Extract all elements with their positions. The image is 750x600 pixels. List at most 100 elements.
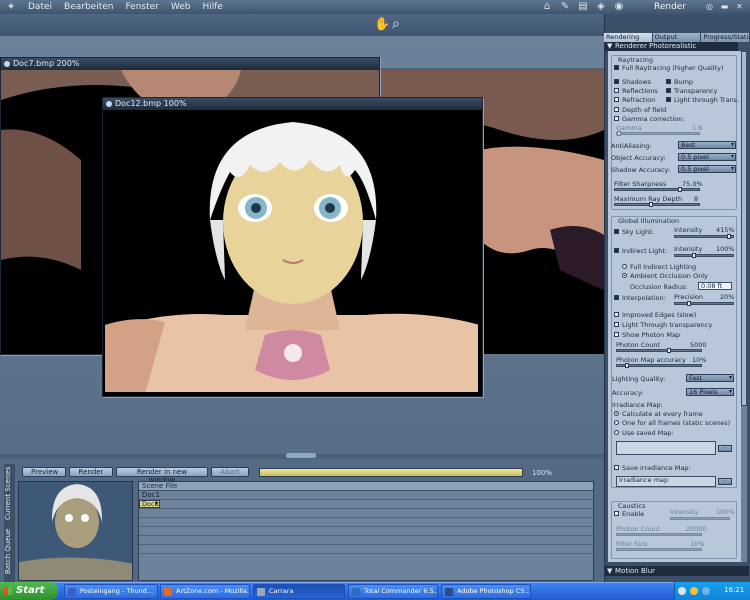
carrara-logo-icon[interactable]: ✦ — [0, 0, 22, 14]
one-for-all-frames-radio[interactable] — [614, 420, 619, 425]
saved-map-browse-button[interactable]: ··· — [718, 445, 732, 452]
indirect-intensity-slider[interactable] — [674, 253, 734, 258]
transparency-checkbox[interactable] — [666, 88, 671, 93]
table-row[interactable] — [139, 545, 593, 554]
show-photon-map-checkbox[interactable] — [614, 332, 619, 337]
scene-file-header[interactable]: Scene File — [139, 482, 593, 491]
caustics-enable-checkbox[interactable] — [614, 511, 619, 516]
task-carrara[interactable]: Carrara — [253, 584, 345, 599]
sky-light-checkbox[interactable] — [614, 229, 619, 234]
ambient-occlusion-radio[interactable] — [622, 273, 627, 278]
bump-checkbox[interactable] — [666, 79, 671, 84]
task-mozilla[interactable]: ArtZone.com - Mozilla... — [160, 584, 250, 599]
abort-button[interactable]: Abort — [211, 467, 249, 477]
task-thunderbird[interactable]: Posteingang - Thund... — [64, 584, 158, 599]
slider-knob[interactable] — [648, 202, 653, 207]
slider-knob[interactable] — [667, 348, 672, 353]
menu-web[interactable]: Web — [165, 0, 197, 14]
shadow-accuracy-select[interactable]: 0.5 pixel — [678, 165, 736, 173]
light-transparency-checkbox[interactable] — [614, 322, 619, 327]
irradiance-map-browse-button[interactable]: ··· — [718, 478, 732, 485]
table-row[interactable] — [139, 527, 593, 536]
assemble-room-icon[interactable]: ⌂ — [540, 1, 554, 13]
caustics-photon-slider[interactable] — [616, 533, 702, 536]
tab-current-scenes[interactable]: Current Scenes — [4, 466, 15, 520]
improved-edges-checkbox[interactable] — [614, 312, 619, 317]
filter-sharpness-slider[interactable] — [614, 187, 700, 192]
tab-rendering[interactable]: Rendering — [604, 33, 653, 42]
accuracy-select[interactable]: 16 Pixels — [686, 388, 734, 396]
model-room-icon[interactable]: ✎ — [558, 1, 572, 13]
tab-progress[interactable]: Progress/Statist — [701, 33, 750, 42]
irradiance-map-field[interactable]: irradiance map — [616, 476, 716, 487]
antialiasing-select[interactable]: Best — [678, 141, 736, 149]
reflections-checkbox[interactable] — [614, 88, 619, 93]
renderer-value[interactable]: Photorealistic — [649, 42, 696, 51]
max-ray-depth-slider[interactable] — [614, 202, 700, 207]
window-close-dot-icon[interactable] — [4, 61, 10, 67]
render-room-icon[interactable]: ◉ — [612, 1, 626, 13]
doc7-title[interactable]: Doc7.bmp 200% — [1, 58, 379, 70]
hand-icon[interactable]: ✋ — [374, 17, 390, 32]
motion-blur-header[interactable]: ▼ Motion Blur — [605, 566, 749, 576]
tray-network-icon[interactable] — [690, 587, 698, 595]
render-button[interactable]: Render — [69, 467, 113, 477]
render-new-window-button[interactable]: Render in new window — [116, 467, 208, 484]
gamma-checkbox[interactable] — [614, 116, 619, 121]
precision-slider[interactable] — [674, 301, 734, 306]
texture-room-icon[interactable]: ◈ — [594, 1, 608, 13]
settings-scroll-thumb[interactable] — [741, 51, 747, 406]
collapse-handle[interactable] — [286, 453, 316, 458]
light-through-checkbox[interactable] — [666, 97, 671, 102]
menu-hilfe[interactable]: Hilfe — [196, 0, 228, 14]
table-row-selected[interactable]: Doc8 — [139, 500, 160, 508]
indirect-light-checkbox[interactable] — [614, 248, 619, 253]
slider-knob[interactable] — [678, 187, 682, 192]
doc12-title[interactable]: Doc12.bmp 100% — [103, 98, 482, 110]
preview-button[interactable]: Preview — [22, 467, 66, 477]
photon-count-slider[interactable] — [616, 348, 702, 353]
refraction-checkbox[interactable] — [614, 97, 619, 102]
doc12-window[interactable]: Doc12.bmp 100% — [102, 97, 483, 397]
full-indirect-radio[interactable] — [622, 264, 627, 269]
save-irradiance-checkbox[interactable] — [614, 465, 619, 470]
saved-map-field[interactable] — [616, 441, 716, 455]
tray-volume-icon[interactable] — [702, 587, 710, 595]
table-row[interactable] — [139, 500, 593, 509]
lighting-quality-select[interactable]: Fast — [686, 374, 734, 382]
window-close-dot-icon[interactable] — [106, 101, 112, 107]
shadows-checkbox[interactable] — [614, 79, 619, 84]
menu-fenster[interactable]: Fenster — [119, 0, 164, 14]
tab-batch-queue[interactable]: Batch Queue — [4, 526, 15, 576]
calculate-every-frame-radio[interactable] — [614, 411, 619, 416]
occlusion-radius-input[interactable]: 0.08 ft — [698, 282, 732, 290]
table-row[interactable] — [139, 518, 593, 527]
depth-of-field-checkbox[interactable] — [614, 107, 619, 112]
menu-bearbeiten[interactable]: Bearbeiten — [58, 0, 119, 14]
slider-knob[interactable] — [625, 363, 630, 368]
magnifier-icon[interactable]: ⌕ — [392, 16, 400, 32]
sky-intensity-slider[interactable] — [674, 234, 734, 239]
caustics-filter-slider[interactable] — [616, 548, 702, 551]
gamma-slider[interactable] — [616, 131, 700, 136]
task-total-commander[interactable]: Total Commander 6.5... — [348, 584, 438, 599]
eye-icon[interactable]: ◎ — [703, 1, 716, 12]
slider-knob[interactable] — [617, 131, 621, 136]
slider-knob[interactable] — [727, 234, 732, 239]
object-accuracy-select[interactable]: 0.5 pixel — [678, 153, 736, 161]
tray-app-icon[interactable] — [678, 587, 686, 595]
slider-knob[interactable] — [686, 301, 691, 306]
storyboard-room-icon[interactable]: ▤ — [576, 1, 590, 13]
task-photoshop[interactable]: Adobe Photoshop CS... — [441, 584, 531, 599]
interpolation-checkbox[interactable] — [614, 295, 619, 300]
table-row[interactable]: Doc1 — [139, 491, 593, 500]
table-row[interactable] — [139, 536, 593, 545]
use-saved-map-radio[interactable] — [614, 430, 619, 435]
tab-output[interactable]: Output — [652, 33, 702, 42]
close-icon[interactable]: ✕ — [733, 1, 746, 12]
menu-datei[interactable]: Datei — [22, 0, 58, 14]
full-raytracing-checkbox[interactable] — [614, 65, 619, 70]
photon-map-accuracy-slider[interactable] — [616, 363, 702, 368]
table-row[interactable] — [139, 509, 593, 518]
caustics-intensity-slider[interactable] — [670, 517, 730, 520]
